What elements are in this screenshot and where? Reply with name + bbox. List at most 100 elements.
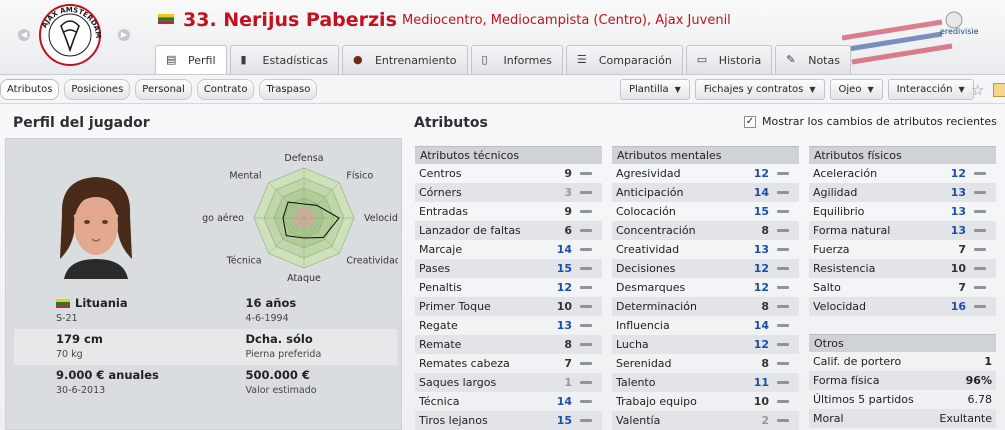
other-row[interactable]: Últimos 5 partidos 6.78 <box>809 390 996 409</box>
subtab-1[interactable]: Atributos <box>0 79 60 100</box>
attribute-row[interactable]: Serenidad 8 <box>612 354 799 373</box>
attribute-row[interactable]: Pases 15 <box>415 259 602 278</box>
attribute-row[interactable]: Tiros lejanos 15 <box>415 411 602 430</box>
attribute-row[interactable]: Regate 13 <box>415 316 602 335</box>
attribute-row[interactable]: Determinación 8 <box>612 297 799 316</box>
attribute-value: 12 <box>556 281 572 294</box>
attribute-value: 10 <box>753 395 769 408</box>
other-row[interactable]: Forma física 96% <box>809 371 996 390</box>
attribute-name: Resistencia <box>813 262 876 275</box>
other-name: Moral <box>813 412 844 425</box>
tab-2[interactable]: ▮ Estadísticas <box>229 45 339 74</box>
attribute-row[interactable]: Centros 9 <box>415 164 602 183</box>
attribute-value: 15 <box>556 262 572 275</box>
attribute-name: Colocación <box>616 205 676 218</box>
menu-button-3[interactable]: Ojeo ▼ <box>829 79 883 100</box>
other-attributes: Otros Calif. de portero 1 Forma física 96% Úl… <box>809 334 996 428</box>
attribute-value: 10 <box>556 300 572 313</box>
attribute-name: Marcaje <box>419 243 463 256</box>
tab-5[interactable]: ☰ Comparación <box>565 45 683 74</box>
no-change-icon <box>974 210 986 213</box>
menu-button-1[interactable]: Plantilla ▼ <box>620 79 690 100</box>
attribute-row[interactable]: Valentía 2 <box>612 411 799 430</box>
tab-6[interactable]: ▭ Historia <box>685 45 773 74</box>
tab-3[interactable]: ● Entrenamiento <box>341 45 468 74</box>
tab-4[interactable]: ▯ Informes <box>470 45 563 74</box>
bio-main-text: 9.000 € anuales <box>56 368 159 382</box>
attribute-value: 9 <box>564 167 572 180</box>
attribute-row[interactable]: Talento 11 <box>612 373 799 392</box>
attribute-row[interactable]: Anticipación 14 <box>612 183 799 202</box>
attribute-row[interactable]: Creatividad 13 <box>612 240 799 259</box>
radar-label: Técnica <box>226 255 262 266</box>
profile-card-icon: ▤ <box>166 53 177 66</box>
attribute-row[interactable]: Primer Toque 10 <box>415 297 602 316</box>
bio-row: 179 cm 70 kg Dcha. sólo Pierna preferida <box>14 329 397 365</box>
attribute-row[interactable]: Entradas 9 <box>415 202 602 221</box>
attribute-name: Anticipación <box>616 186 684 199</box>
attribute-row[interactable]: Lanzador de faltas 6 <box>415 221 602 240</box>
attribute-row[interactable]: Desmarques 12 <box>612 278 799 297</box>
attribute-row[interactable]: Remate 8 <box>415 335 602 354</box>
attribute-row[interactable]: Influencia 14 <box>612 316 799 335</box>
attribute-row[interactable]: Lucha 12 <box>612 335 799 354</box>
no-change-icon <box>974 191 986 194</box>
bio-cell: 500.000 € Valor estimado <box>206 365 398 401</box>
attribute-row[interactable]: Trabajo equipo 10 <box>612 392 799 411</box>
no-change-icon <box>580 191 592 194</box>
checkbox-checked-icon[interactable]: ✓ <box>744 115 756 128</box>
note-icon[interactable] <box>993 83 1005 97</box>
attribute-name: Penaltis <box>419 281 462 294</box>
subtab-3[interactable]: Personal <box>135 79 192 100</box>
forward-arrow-icon[interactable]: ▶ <box>118 29 130 41</box>
no-change-icon <box>777 400 789 403</box>
subtab-2[interactable]: Posiciones <box>64 79 131 100</box>
attribute-row[interactable]: Agresividad 12 <box>612 164 799 183</box>
attribute-row[interactable]: Remates cabeza 7 <box>415 354 602 373</box>
attribute-value: 9 <box>564 205 572 218</box>
attribute-row[interactable]: Colocación 15 <box>612 202 799 221</box>
star-icon[interactable]: ☆ <box>971 81 984 99</box>
menu-label: Ojeo <box>838 84 862 95</box>
attribute-name: Valentía <box>616 414 661 427</box>
attribute-row[interactable]: Agilidad 13 <box>809 183 996 202</box>
attribute-row[interactable]: Resistencia 10 <box>809 259 996 278</box>
attribute-row[interactable]: Marcaje 14 <box>415 240 602 259</box>
attribute-row[interactable]: Saques largos 1 <box>415 373 602 392</box>
attribute-row[interactable]: Técnica 14 <box>415 392 602 411</box>
subtab-5[interactable]: Traspaso <box>259 79 318 100</box>
attribute-row[interactable]: Aceleración 12 <box>809 164 996 183</box>
attribute-row[interactable]: Velocidad 16 <box>809 297 996 316</box>
attribute-name: Talento <box>616 376 656 389</box>
attribute-row[interactable]: Penaltis 12 <box>415 278 602 297</box>
attribute-row[interactable]: Concentración 8 <box>612 221 799 240</box>
attribute-row[interactable]: Decisiones 12 <box>612 259 799 278</box>
back-arrow-icon[interactable]: ◀ <box>18 29 30 41</box>
tab-bar: ▤ Perfil ▮ Estadísticas ● Entrenamiento ▯ Infor… <box>155 45 851 74</box>
bio-sub-text: 30-6-2013 <box>56 385 106 396</box>
attribute-row[interactable]: Fuerza 7 <box>809 240 996 259</box>
show-recent-changes-toggle[interactable]: ✓ Mostrar los cambios de atributos recie… <box>744 115 997 128</box>
other-row[interactable]: Moral Exultante <box>809 409 996 428</box>
tab-1[interactable]: ▤ Perfil <box>155 45 227 74</box>
attribute-row[interactable]: Salto 7 <box>809 278 996 297</box>
bio-main-text: 500.000 € <box>245 368 310 382</box>
attribute-name: Saques largos <box>419 376 497 389</box>
ball-icon: ● <box>352 53 363 66</box>
menu-button-4[interactable]: Interacción ▼ <box>887 79 974 100</box>
player-position-club: Mediocentro, Mediocampista (Centro), Aja… <box>402 13 731 28</box>
subtab-4[interactable]: Contrato <box>196 79 255 100</box>
bio-main-text: Lituania <box>75 296 128 310</box>
attribute-row[interactable]: Equilibrio 13 <box>809 202 996 221</box>
tab-7[interactable]: ✎ Notas <box>775 45 851 74</box>
attribute-name: Concentración <box>616 224 696 237</box>
other-row[interactable]: Calif. de portero 1 <box>809 352 996 371</box>
bio-cell: 9.000 € anuales 30-6-2013 <box>14 365 206 401</box>
bio-cell: 179 cm 70 kg <box>14 329 206 365</box>
menu-button-2[interactable]: Fichajes y contratos ▼ <box>694 79 825 100</box>
attribute-row[interactable]: Forma natural 13 <box>809 221 996 240</box>
attribute-name: Salto <box>813 281 841 294</box>
no-change-icon <box>777 286 789 289</box>
menu-label: Interacción <box>896 84 953 95</box>
attribute-row[interactable]: Córners 3 <box>415 183 602 202</box>
